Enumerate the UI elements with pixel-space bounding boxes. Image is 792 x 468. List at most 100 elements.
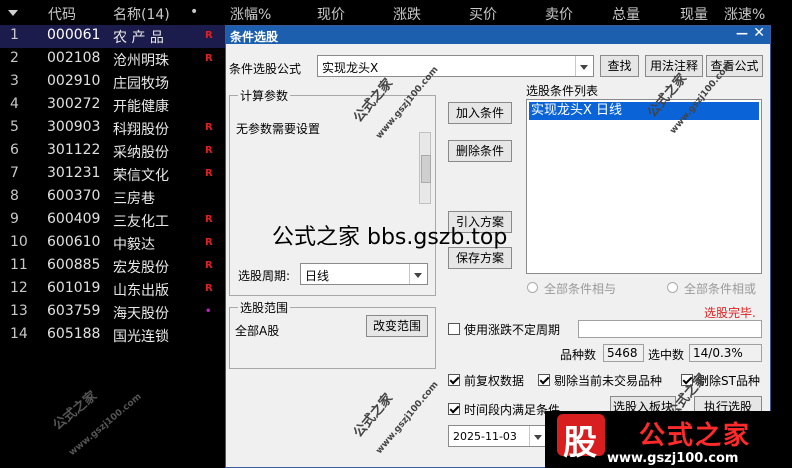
col-change-pct[interactable]: 涨幅% bbox=[230, 4, 271, 24]
delete-condition-button[interactable]: 删除条件 bbox=[448, 140, 512, 162]
row-index: 13 bbox=[10, 303, 28, 319]
row-index: 12 bbox=[10, 280, 28, 296]
period-select[interactable]: 日线 bbox=[300, 263, 428, 285]
table-row[interactable]: 13 603759 海天股份 • bbox=[0, 301, 225, 324]
row-index: 2 bbox=[10, 50, 19, 66]
period-cond-checkbox[interactable] bbox=[448, 403, 460, 415]
table-row[interactable]: 10 600610 中毅达 R bbox=[0, 232, 225, 255]
table-row[interactable]: 3 002910 庄园牧场 bbox=[0, 71, 225, 94]
stock-code: 605188 bbox=[47, 326, 101, 342]
add-condition-button[interactable]: 加入条件 bbox=[448, 102, 512, 124]
radio-or-label: 全部条件相或 bbox=[684, 282, 757, 296]
row-index: 3 bbox=[10, 73, 19, 89]
row-index: 14 bbox=[10, 326, 28, 342]
table-row[interactable]: 8 600370 三房巷 bbox=[0, 186, 225, 209]
exclude-untraded-checkbox[interactable] bbox=[538, 374, 550, 386]
stock-name: 荣信文化 bbox=[113, 168, 169, 184]
stock-code: 300272 bbox=[47, 96, 101, 112]
scroll-thumb[interactable] bbox=[421, 155, 431, 183]
stock-code: 600409 bbox=[47, 211, 101, 227]
radio-and-label: 全部条件相与 bbox=[544, 282, 617, 296]
col-price[interactable]: 现价 bbox=[317, 4, 345, 24]
radio-and[interactable] bbox=[527, 282, 538, 293]
table-row[interactable]: 1 000061 农 产 品 R bbox=[0, 25, 225, 48]
use-period-checkbox[interactable] bbox=[448, 323, 460, 335]
stock-name: 农 产 品 bbox=[113, 30, 164, 46]
table-row[interactable]: 14 605188 国光连锁 bbox=[0, 324, 225, 347]
stock-code: 300903 bbox=[47, 119, 101, 135]
stock-code: 301122 bbox=[47, 142, 101, 158]
chevron-down-icon[interactable] bbox=[575, 56, 593, 76]
period-input[interactable] bbox=[578, 320, 762, 338]
table-row[interactable]: 7 301231 荣信文化 R bbox=[0, 163, 225, 186]
count-field: 5468 bbox=[603, 344, 644, 362]
stock-code: 600610 bbox=[47, 234, 101, 250]
params-text: 无参数需要设置 bbox=[236, 122, 321, 136]
range-value: 全部A股 bbox=[235, 324, 280, 338]
stock-name: 三友化工 bbox=[113, 214, 169, 230]
sort-down-icon[interactable] bbox=[8, 10, 18, 16]
row-index: 10 bbox=[10, 234, 28, 250]
fq-label: 前复权数据 bbox=[464, 374, 525, 388]
radio-or[interactable] bbox=[667, 282, 678, 293]
col-cur-vol[interactable]: 现量 bbox=[680, 4, 708, 24]
range-group-label: 选股范围 bbox=[238, 299, 291, 316]
count-label: 品种数 bbox=[560, 348, 597, 362]
row-index: 4 bbox=[10, 96, 19, 112]
row-index: 8 bbox=[10, 188, 19, 204]
row-index: 5 bbox=[10, 119, 19, 135]
minimize-icon[interactable]: — bbox=[736, 26, 748, 40]
condition-list[interactable]: 实现龙头X 日线 bbox=[526, 99, 762, 274]
stock-name: 庄园牧场 bbox=[113, 76, 169, 92]
col-code[interactable]: 代码 bbox=[48, 4, 76, 24]
selected-field: 14/0.3% bbox=[689, 344, 762, 362]
formula-select[interactable]: 实现龙头X bbox=[317, 55, 594, 77]
gu-logo-icon: 股 bbox=[557, 414, 605, 463]
gu-char: 股 bbox=[563, 423, 597, 463]
params-scrollbar[interactable] bbox=[419, 132, 431, 204]
table-row[interactable]: 9 600409 三友化工 R bbox=[0, 209, 225, 232]
stock-name: 科翔股份 bbox=[113, 122, 169, 138]
table-row[interactable]: 6 301122 采纳股份 R bbox=[0, 140, 225, 163]
formula-value: 实现龙头X bbox=[322, 61, 379, 75]
stock-name: 采纳股份 bbox=[113, 145, 169, 161]
logo-brand: 公式之家 bbox=[639, 421, 752, 451]
col-speed[interactable]: 涨速% bbox=[724, 4, 765, 24]
stock-name: 宏发股份 bbox=[113, 260, 169, 276]
date-picker[interactable]: 2025-11-03 bbox=[448, 425, 548, 447]
col-ask[interactable]: 卖价 bbox=[545, 4, 573, 24]
formula-label: 条件选股公式 bbox=[229, 62, 302, 76]
selected-value: 14/0.3% bbox=[693, 346, 743, 360]
stock-code: 002108 bbox=[47, 50, 101, 66]
table-row[interactable]: 12 601019 山东出版 R bbox=[0, 278, 225, 301]
stock-name: 山东出版 bbox=[113, 283, 169, 299]
stock-code: 601019 bbox=[47, 280, 101, 296]
table-row[interactable]: 2 002108 沧州明珠 R bbox=[0, 48, 225, 71]
stock-code: 600885 bbox=[47, 257, 101, 273]
exclude-untraded-label: 剔除当前未交易品种 bbox=[554, 374, 663, 388]
col-change[interactable]: 涨跌 bbox=[393, 4, 421, 24]
col-volume[interactable]: 总量 bbox=[612, 4, 640, 24]
table-row[interactable]: 5 300903 科翔股份 R bbox=[0, 117, 225, 140]
period-label: 选股周期: bbox=[238, 269, 291, 283]
find-button[interactable]: 查找 bbox=[600, 55, 639, 77]
col-name[interactable]: 名称(14) bbox=[113, 4, 170, 24]
table-row[interactable]: 11 600885 宏发股份 R bbox=[0, 255, 225, 278]
fq-checkbox[interactable] bbox=[448, 374, 460, 386]
dialog-titlebar[interactable]: 条件选股 — ✕ bbox=[226, 25, 770, 44]
close-icon[interactable]: ✕ bbox=[753, 25, 765, 41]
use-period-label: 使用涨跌不定周期 bbox=[464, 323, 561, 337]
col-dot: • bbox=[190, 4, 199, 20]
col-bid[interactable]: 买价 bbox=[469, 4, 497, 24]
site-logo: 股 公式之家 www.gszj100.com bbox=[545, 411, 792, 468]
condition-list-label: 选股条件列表 bbox=[526, 84, 599, 98]
params-group: 计算参数 无参数需要设置 选股周期: 日线 bbox=[229, 87, 436, 296]
count-value: 5468 bbox=[607, 346, 638, 360]
table-row[interactable]: 4 300272 开能健康 bbox=[0, 94, 225, 117]
stock-code: 002910 bbox=[47, 73, 101, 89]
change-range-button[interactable]: 改变范围 bbox=[366, 315, 428, 337]
stock-code: 603759 bbox=[47, 303, 101, 319]
chevron-down-icon[interactable] bbox=[409, 264, 427, 284]
row-index: 6 bbox=[10, 142, 19, 158]
flag-badge: R bbox=[205, 122, 213, 133]
